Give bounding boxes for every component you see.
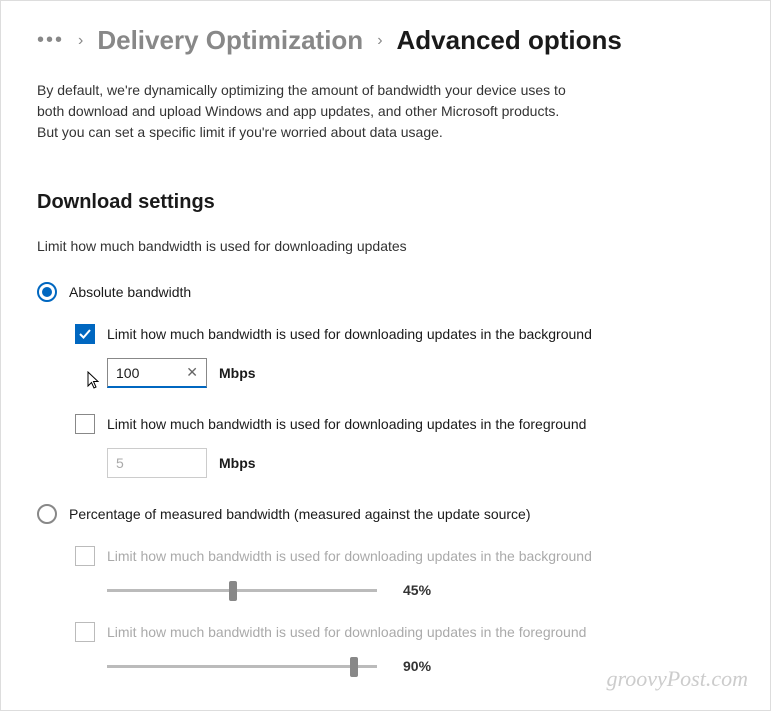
checkbox-limit-bg[interactable] [75, 324, 95, 344]
radio-label-absolute: Absolute bandwidth [69, 284, 191, 300]
slider-bg-pct [107, 580, 377, 600]
watermark: groovyPost.com [606, 666, 748, 692]
check-row-bg-absolute[interactable]: Limit how much bandwidth is used for dow… [75, 324, 734, 344]
input-bg-bandwidth[interactable]: 100 ✕ [107, 358, 207, 388]
radio-absolute-bandwidth[interactable] [37, 282, 57, 302]
check-row-fg-absolute[interactable]: Limit how much bandwidth is used for dow… [75, 414, 734, 434]
page-description: By default, we're dynamically optimizing… [37, 80, 577, 143]
checkbox-label-limit-bg: Limit how much bandwidth is used for dow… [107, 326, 592, 342]
input-fg-bandwidth[interactable]: 5 [107, 448, 207, 478]
input-value: 100 [116, 365, 139, 381]
radio-row-percentage[interactable]: Percentage of measured bandwidth (measur… [37, 504, 734, 524]
checkbox-label-limit-bg-pct: Limit how much bandwidth is used for dow… [107, 548, 592, 564]
check-row-fg-percent: Limit how much bandwidth is used for dow… [75, 622, 734, 642]
unit-mbps: Mbps [219, 365, 256, 381]
unit-mbps: Mbps [219, 455, 256, 471]
radio-percentage-bandwidth[interactable] [37, 504, 57, 524]
section-title-download-settings: Download settings [37, 191, 734, 214]
checkbox-label-limit-fg: Limit how much bandwidth is used for dow… [107, 416, 586, 432]
breadcrumb-delivery-optimization[interactable]: Delivery Optimization [97, 25, 363, 56]
checkbox-limit-fg[interactable] [75, 414, 95, 434]
slider-track [107, 665, 377, 668]
slider-track [107, 589, 377, 592]
chevron-right-icon: › [377, 32, 382, 50]
checkbox-limit-bg-pct [75, 546, 95, 566]
radio-label-percentage: Percentage of measured bandwidth (measur… [69, 506, 531, 522]
slider-value-fg: 90% [403, 658, 431, 674]
check-row-bg-percent: Limit how much bandwidth is used for dow… [75, 546, 734, 566]
slider-fg-pct [107, 656, 377, 676]
clear-input-icon[interactable]: ✕ [186, 364, 198, 381]
section-subtext: Limit how much bandwidth is used for dow… [37, 238, 734, 254]
slider-value-bg: 45% [403, 582, 431, 598]
chevron-right-icon: › [78, 32, 83, 50]
breadcrumb-more-icon[interactable]: ••• [37, 29, 64, 52]
slider-thumb [229, 581, 237, 601]
checkbox-label-limit-fg-pct: Limit how much bandwidth is used for dow… [107, 624, 586, 640]
page-title: Advanced options [397, 25, 622, 56]
input-value: 5 [116, 455, 124, 471]
slider-thumb [350, 657, 358, 677]
breadcrumb: ••• › Delivery Optimization › Advanced o… [37, 25, 734, 56]
radio-row-absolute[interactable]: Absolute bandwidth [37, 282, 734, 302]
checkbox-limit-fg-pct [75, 622, 95, 642]
